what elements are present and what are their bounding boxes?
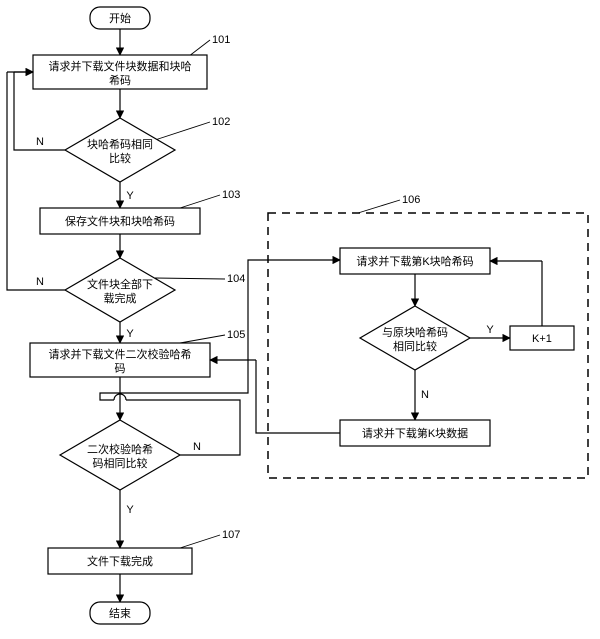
edge-105d-Y-label: Y bbox=[126, 504, 134, 516]
edge-104-N-label: N bbox=[36, 276, 44, 288]
ref-104: 104 bbox=[227, 273, 245, 285]
edge-102-Y-label: Y bbox=[126, 190, 134, 202]
ref-105: 105 bbox=[227, 329, 245, 341]
node-g2-label-l2: 相同比较 bbox=[393, 339, 437, 353]
edge-102-N-label: N bbox=[36, 136, 44, 148]
node-g3-label: 请求并下载第K块数据 bbox=[362, 426, 468, 440]
ref-line-104 bbox=[155, 278, 225, 279]
edge-104-Y-label: Y bbox=[126, 328, 134, 340]
edge-g2-N-label: N bbox=[421, 389, 429, 401]
ref-102: 102 bbox=[212, 116, 230, 128]
edge-105d-N-label: N bbox=[193, 441, 201, 453]
ref-101: 101 bbox=[212, 34, 230, 46]
edge-104-N-seg bbox=[7, 72, 65, 290]
ref-line-107 bbox=[180, 535, 220, 548]
ref-line-103 bbox=[180, 195, 220, 208]
node-start-label: 开始 bbox=[109, 11, 131, 25]
node-102-label-l1: 块哈希码相同 bbox=[87, 137, 153, 151]
node-102-label-l2: 比较 bbox=[109, 151, 131, 165]
ref-line-106 bbox=[358, 200, 400, 213]
ref-line-105 bbox=[180, 335, 225, 343]
ref-106: 106 bbox=[402, 194, 420, 206]
node-103-label: 保存文件块和块哈希码 bbox=[65, 214, 175, 228]
node-104-label-l2: 载完成 bbox=[104, 291, 137, 305]
flowchart-canvas: 开始 请求并下载文件块数据和块哈 希码 101 块哈希码相同 比较 102 N … bbox=[0, 0, 600, 639]
node-g2-label-l1: 与原块哈希码 bbox=[382, 325, 448, 339]
node-105d-label-l2: 码相同比较 bbox=[93, 456, 148, 470]
node-101-label-l2: 希码 bbox=[109, 73, 131, 87]
node-101-label-l1: 请求并下载文件块数据和块哈 bbox=[49, 59, 192, 73]
node-107-label: 文件下载完成 bbox=[87, 554, 153, 568]
node-g1-label: 请求并下载第K块哈希码 bbox=[356, 254, 473, 268]
node-kinc-label: K+1 bbox=[532, 333, 552, 345]
node-end-label: 结束 bbox=[109, 607, 131, 620]
node-105d-label-l1: 二次校验哈希 bbox=[87, 442, 153, 456]
node-105-label-l2: 码 bbox=[115, 362, 126, 375]
node-104-label-l1: 文件块全部下 bbox=[87, 277, 153, 291]
ref-107: 107 bbox=[222, 529, 240, 541]
edge-g2-Y-label: Y bbox=[486, 324, 494, 336]
ref-103: 103 bbox=[222, 189, 240, 201]
node-105-label-l1: 请求并下载文件二次校验哈希 bbox=[49, 347, 192, 361]
ref-line-102 bbox=[155, 122, 210, 140]
